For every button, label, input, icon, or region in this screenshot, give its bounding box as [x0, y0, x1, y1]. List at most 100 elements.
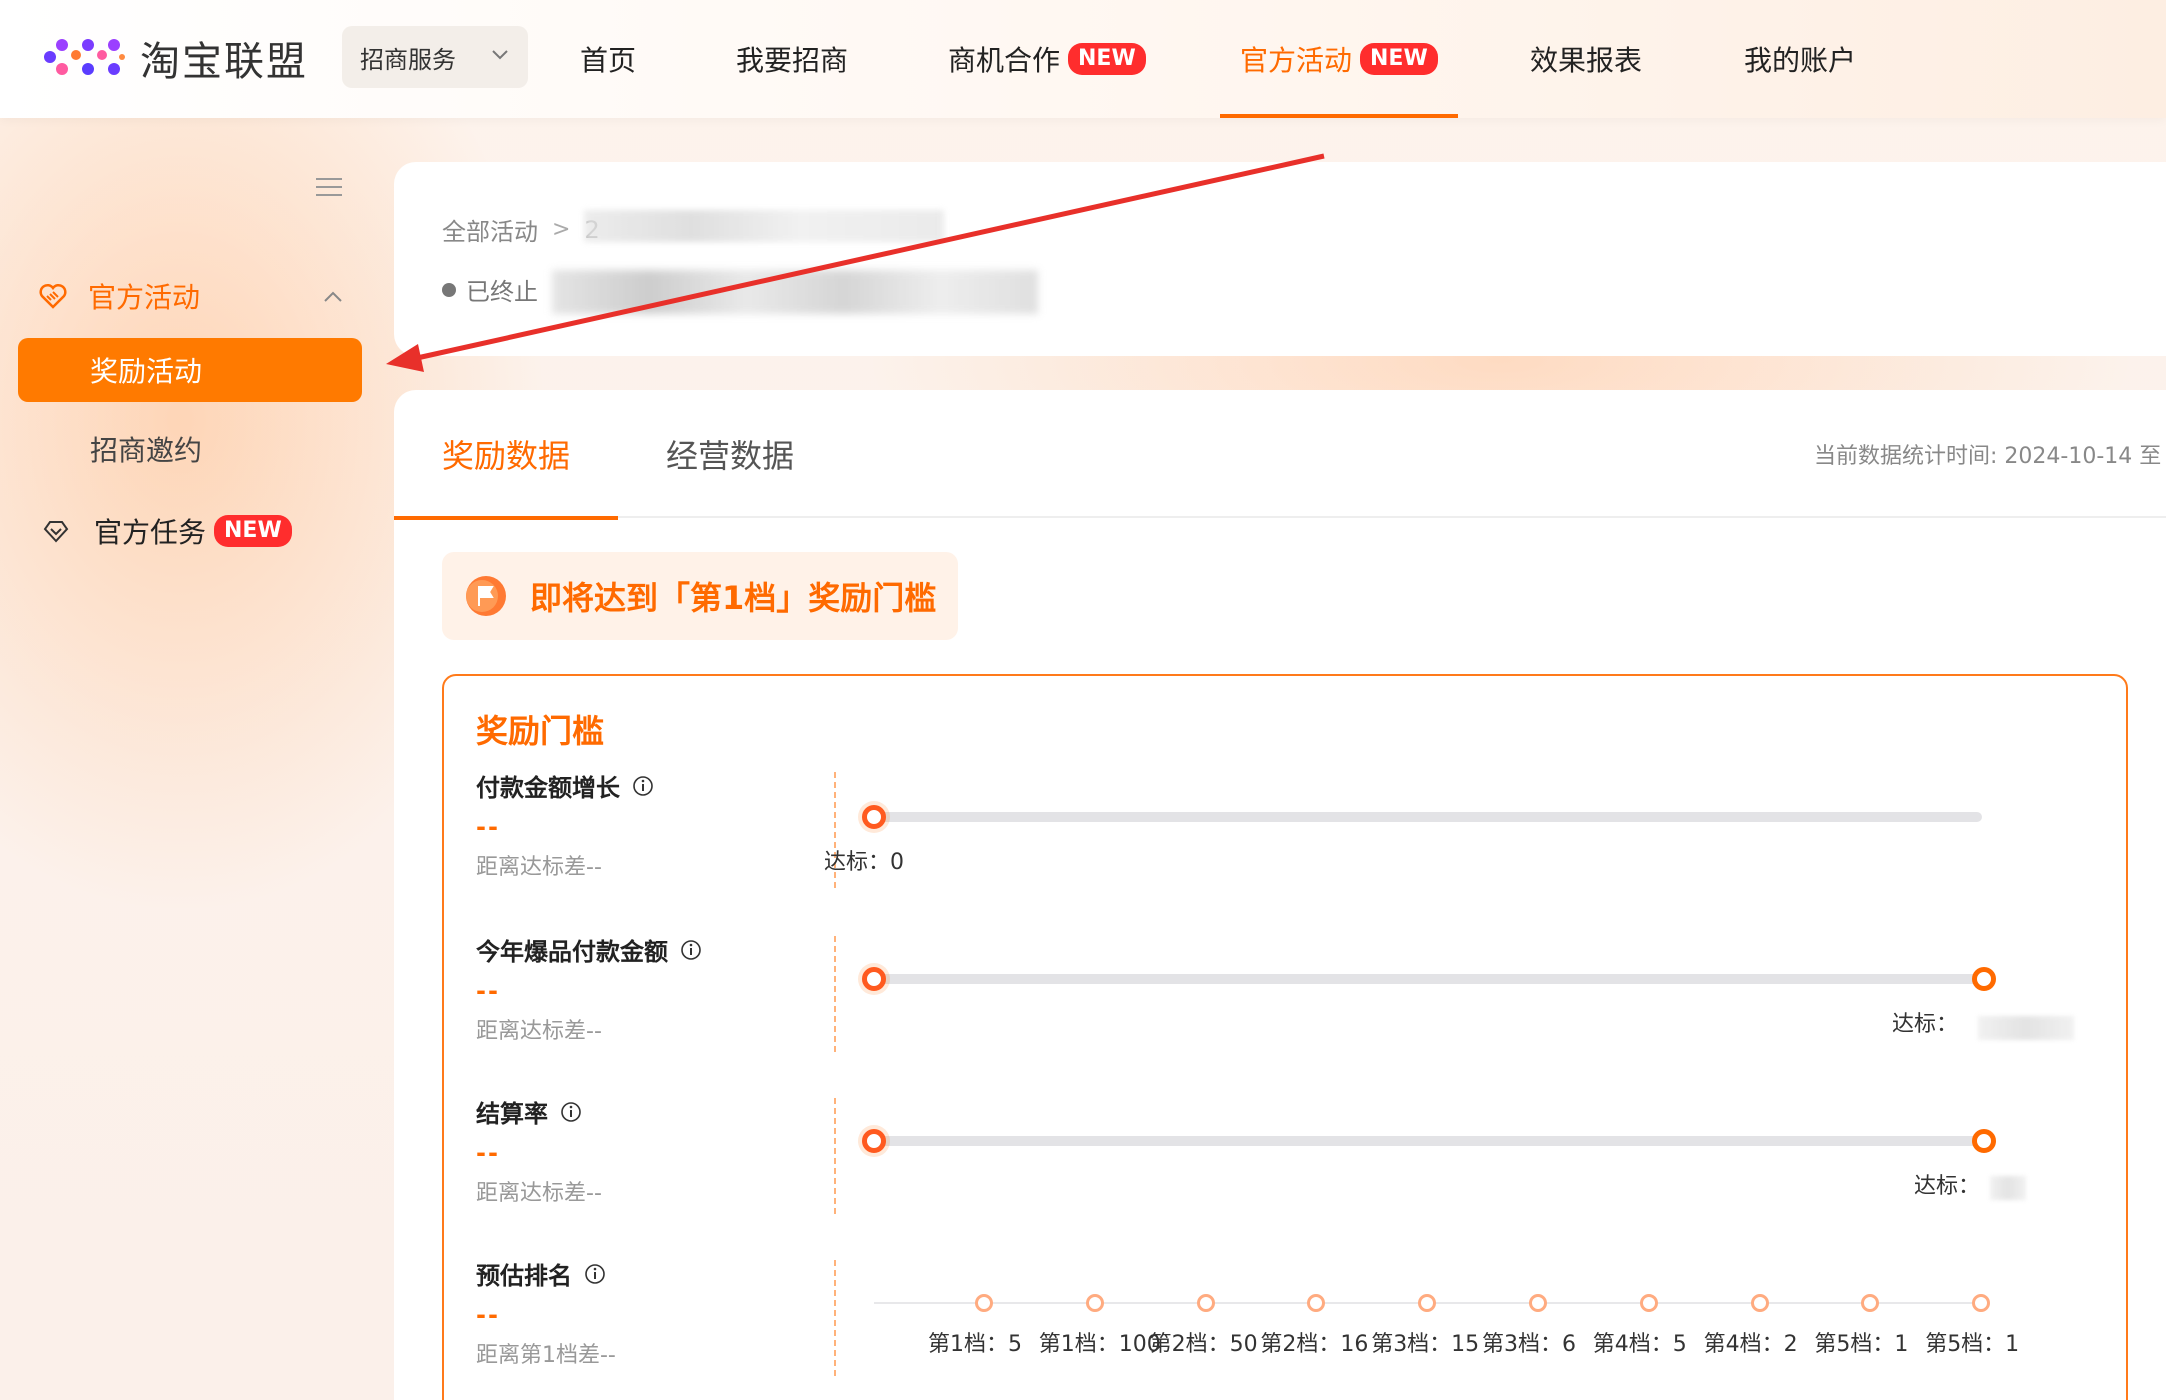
- blurred-activity-period: [552, 270, 1038, 314]
- notice-text: 即将达到「第1档」奖励门槛: [530, 579, 937, 617]
- taobao-union-logo[interactable]: 淘宝联盟: [42, 30, 308, 86]
- metric-payment-growth: 付款金额增长 -- 距离达标差--: [476, 768, 856, 881]
- info-icon[interactable]: [584, 1263, 606, 1285]
- metric-gap: 距离第1档差--: [476, 1343, 616, 1368]
- rank-tier-dot: [1196, 1294, 1215, 1312]
- nav-official-activity[interactable]: 官方活动 NEW: [1220, 0, 1458, 118]
- sidebar-item-label: 官方任务: [94, 516, 207, 549]
- info-icon[interactable]: [560, 1101, 582, 1123]
- stat-time-text: 当前数据统计时间: 2024-10-14 至: [1814, 444, 2162, 469]
- info-icon[interactable]: [632, 775, 654, 797]
- breadcrumb-root[interactable]: 全部活动: [442, 212, 538, 247]
- progress-target-knob: [1972, 1129, 1996, 1153]
- activity-status: 已终止: [442, 272, 538, 307]
- sidebar-item-label: 招商邀约: [90, 434, 203, 467]
- target-label: 达标：0: [824, 850, 904, 875]
- target-label: 达标：: [1914, 1174, 1981, 1199]
- nav-home-label: 首页: [580, 44, 637, 77]
- service-dropdown[interactable]: 招商服务: [342, 26, 528, 88]
- nav-my-account-label: 我的账户: [1744, 44, 1857, 77]
- active-nav-underline: [1220, 114, 1458, 118]
- tab-label: 奖励数据: [442, 437, 571, 475]
- new-badge: NEW: [1068, 43, 1146, 75]
- progress-start-knob: [862, 805, 886, 829]
- sidebar-item-label: 奖励活动: [90, 355, 203, 388]
- status-text: 已终止: [466, 278, 538, 306]
- target-label: 达标：: [1892, 1012, 1959, 1037]
- rank-tier-label: 第1档：100: [1038, 1332, 1161, 1357]
- nav-business-cooperation[interactable]: 商机合作 NEW: [948, 0, 1146, 118]
- rank-tier-dot: [975, 1294, 993, 1312]
- menu-collapse-icon[interactable]: [316, 178, 342, 200]
- active-tab-underline: [394, 516, 619, 520]
- chevron-up-icon: [324, 291, 342, 302]
- metric-gap: 距离达标差--: [476, 855, 602, 880]
- progress-track: [874, 974, 1982, 984]
- blurred-target-value: [1990, 1176, 2026, 1200]
- progress-target-knob: [1972, 967, 1996, 991]
- rank-tier-dot: [1307, 1294, 1326, 1312]
- logo-dots-icon: [44, 39, 125, 75]
- metric-name: 今年爆品付款金额: [476, 938, 668, 966]
- sidebar-group-label: 官方活动: [88, 281, 201, 314]
- new-badge: NEW: [214, 515, 292, 547]
- nav-official-activity-label: 官方活动: [1240, 44, 1353, 77]
- activity-header-card: 全部活动 > 2 已终止: [394, 162, 2166, 356]
- nav-recruit[interactable]: 我要招商: [736, 0, 848, 118]
- metric-settlement-rate: 结算率 -- 距离达标差--: [476, 1094, 856, 1207]
- progress-track: [874, 1136, 1982, 1146]
- new-badge: NEW: [1360, 43, 1438, 75]
- rank-tier-label: 第1档：5: [928, 1332, 1022, 1357]
- metric-value: --: [476, 977, 500, 1005]
- metric-name: 预估排名: [476, 1262, 572, 1290]
- rank-tier-dot: [1972, 1294, 1991, 1312]
- logo-text: 淘宝联盟: [140, 39, 308, 85]
- rank-tier-dot: [1750, 1294, 1769, 1312]
- rank-tier-dot: [1529, 1294, 1547, 1312]
- rank-tier-dot: [1639, 1294, 1658, 1312]
- data-tabs: 奖励数据 经营数据 当前数据统计时间: 2024-10-14 至: [394, 390, 2166, 520]
- metric-name: 结算率: [476, 1100, 548, 1128]
- rank-tier-label: 第2档：16: [1260, 1332, 1369, 1357]
- metric-value: --: [476, 1301, 500, 1329]
- metric-value: --: [476, 813, 500, 841]
- blurred-activity-name: [584, 210, 944, 242]
- metric-divider: [834, 936, 836, 1052]
- sidebar-item-reward-activity[interactable]: 奖励活动: [18, 338, 362, 402]
- breadcrumb: 全部活动 > 2: [442, 212, 600, 247]
- metric-hot-item-payment: 今年爆品付款金额 -- 距离达标差--: [476, 932, 856, 1045]
- threshold-notice: 即将达到「第1档」奖励门槛: [442, 552, 958, 640]
- nav-home[interactable]: 首页: [580, 0, 636, 118]
- rank-tier-label: 第4档：5: [1592, 1332, 1687, 1357]
- metric-estimated-rank: 预估排名 -- 距离第1档差--: [476, 1256, 856, 1369]
- nav-effect-report[interactable]: 效果报表: [1530, 0, 1642, 118]
- sidebar-group-official-activity[interactable]: 官方活动: [38, 268, 358, 324]
- sidebar-item-official-task[interactable]: 官方任务 NEW: [42, 508, 292, 554]
- metric-value: --: [476, 1139, 500, 1167]
- metric-name: 付款金额增长: [476, 774, 620, 802]
- progress-track: [874, 812, 1982, 822]
- top-navigation: 淘宝联盟 招商服务 首页 我要招商 商机合作 NEW 官方活动 NEW 效果报表…: [0, 0, 2166, 118]
- flag-badge-icon: [466, 576, 506, 616]
- progress-start-knob: [862, 1129, 886, 1153]
- rank-tier-label: 第5档：1: [1814, 1332, 1909, 1357]
- progress-start-knob: [862, 967, 886, 991]
- service-dropdown-label: 招商服务: [360, 45, 456, 74]
- info-icon[interactable]: [680, 939, 702, 961]
- nav-business-cooperation-label: 商机合作: [948, 44, 1061, 77]
- metric-gap: 距离达标差--: [476, 1019, 602, 1044]
- rank-tier-dot: [1861, 1294, 1880, 1312]
- sidebar-item-recruit-invite[interactable]: 招商邀约: [90, 426, 202, 472]
- tab-business-data[interactable]: 经营数据: [666, 390, 794, 518]
- tab-label: 经营数据: [666, 437, 795, 475]
- metric-gap: 距离达标差--: [476, 1181, 602, 1206]
- rank-tier-label: 第3档：15: [1371, 1332, 1480, 1357]
- rank-tier-dot: [1418, 1294, 1437, 1312]
- nav-recruit-label: 我要招商: [736, 44, 849, 77]
- nav-my-account[interactable]: 我的账户: [1744, 0, 1856, 118]
- tab-reward-data[interactable]: 奖励数据: [394, 390, 619, 520]
- status-dot-icon: [442, 282, 456, 297]
- nav-effect-report-label: 效果报表: [1530, 44, 1643, 77]
- rank-tier-label: 第4档：2: [1703, 1332, 1798, 1357]
- metric-divider: [834, 1260, 836, 1376]
